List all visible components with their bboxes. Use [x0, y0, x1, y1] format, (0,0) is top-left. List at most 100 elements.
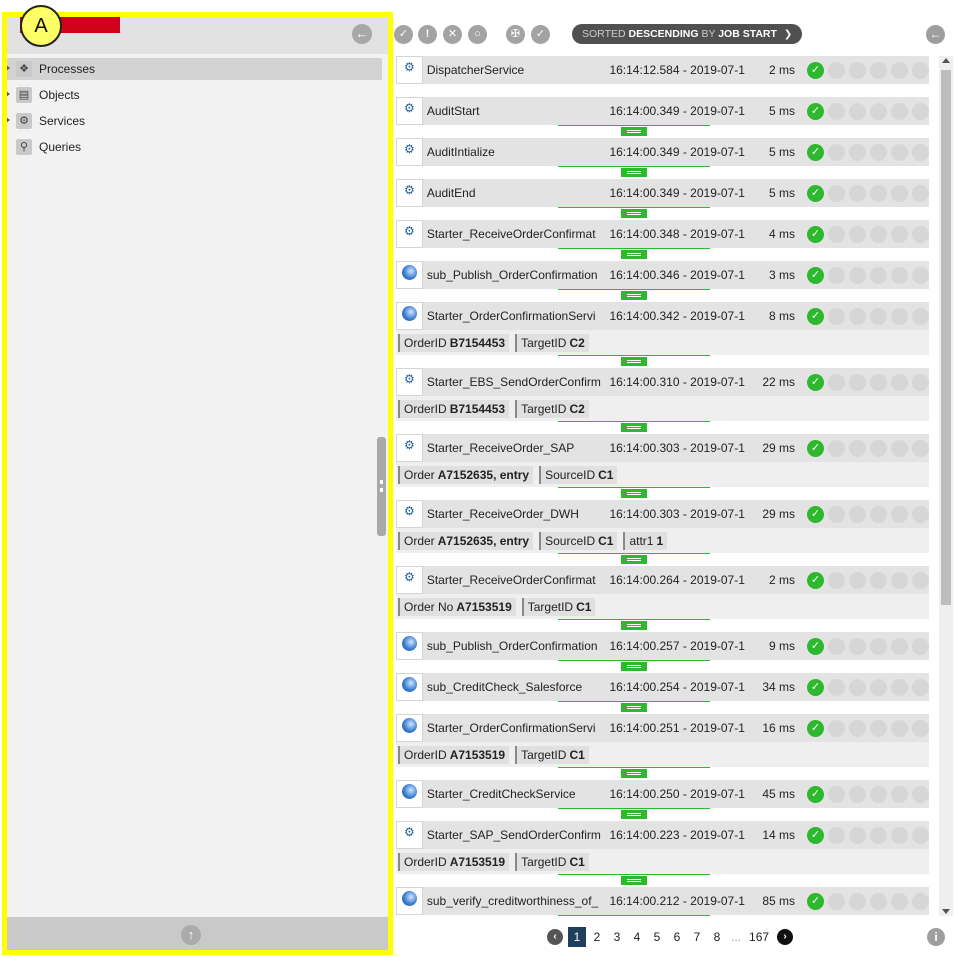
filter-success-button[interactable]: ✓: [394, 25, 413, 44]
navigation-panel-footer: ↑: [6, 917, 388, 953]
filter-error-button[interactable]: ✕: [443, 25, 462, 44]
table-row[interactable]: ⚙ Starter_ReceiveOrderConfirmat 16:14:00.3…: [396, 220, 929, 248]
sidebar-item-processes[interactable]: ❖ Processes: [6, 58, 382, 80]
error-status-icon: [849, 571, 866, 589]
table-row[interactable]: sub_Publish_OrderConfirmation 16:14:00.25…: [396, 632, 929, 660]
table-row[interactable]: ⚙ Starter_ReceiveOrderConfirmat 16:14:00.2…: [396, 566, 929, 594]
table-row[interactable]: ⚙ Starter_ReceiveOrder_SAP 16:14:00.303 - …: [396, 434, 929, 462]
expand-connector-icon[interactable]: [621, 489, 647, 498]
property-key: TargetID: [527, 599, 574, 614]
filter-warning-button[interactable]: !: [418, 25, 437, 44]
collapse-panel-button[interactable]: ←: [352, 24, 372, 44]
expand-caret-icon[interactable]: [6, 117, 10, 123]
sidebar-item-services[interactable]: ⚙ Services: [6, 110, 382, 132]
table-row[interactable]: sub_verify_creditworthiness_of_ 16:14:00.…: [396, 887, 929, 915]
running-status-icon: [870, 373, 887, 391]
expand-connector-icon[interactable]: [621, 357, 647, 366]
table-row[interactable]: sub_CreditCheck_Salesforce 16:14:00.254 -…: [396, 673, 929, 701]
process-job-icon: [396, 673, 423, 701]
job-list-scrollbar[interactable]: [939, 56, 953, 916]
sidebar-item-label: Services: [39, 114, 86, 128]
table-row[interactable]: sub_Publish_OrderConfirmation 16:14:00.34…: [396, 261, 929, 289]
property-key: Order: [404, 467, 435, 482]
process-job-icon: [396, 632, 423, 660]
table-row[interactable]: ⚙ AuditIntialize 16:14:00.349 - 2019-07-15…: [396, 138, 929, 166]
expand-caret-icon[interactable]: [6, 91, 10, 97]
job-name: AuditStart: [426, 104, 480, 118]
expand-connector-icon[interactable]: [621, 555, 647, 564]
property-tag: attr1 1: [623, 531, 668, 550]
page-number-button[interactable]: 2: [588, 927, 606, 947]
close-icon: ✕: [447, 28, 458, 40]
confirm-button[interactable]: ✓: [531, 25, 550, 44]
connector-line: [558, 767, 710, 768]
table-row[interactable]: Starter_CreditCheckService 16:14:00.250 -…: [396, 780, 929, 808]
expand-connector-icon[interactable]: [621, 168, 647, 177]
error-status-icon: [849, 61, 866, 79]
table-row[interactable]: ⚙ Starter_EBS_SendOrderConfirm 16:14:00.31…: [396, 368, 929, 396]
job-entry: ⚙ AuditIntialize 16:14:00.349 - 2019-07-15…: [396, 138, 929, 179]
scroll-up-arrow-icon[interactable]: [942, 58, 950, 63]
job-status-indicators: ✓: [807, 184, 929, 202]
job-start-time: 16:14:00.254 - 2019-07-15: [609, 680, 746, 694]
scrollbar-thumb[interactable]: [941, 70, 951, 605]
sidebar-item-label: Processes: [39, 62, 96, 76]
page-number-button[interactable]: 8: [708, 927, 726, 947]
panel-splitter-handle[interactable]: [377, 437, 386, 536]
last-page-button[interactable]: 167: [746, 927, 772, 947]
connector-line: [558, 808, 710, 809]
filter-running-button[interactable]: ○: [468, 25, 487, 44]
job-connector: [396, 289, 929, 302]
pin-button[interactable]: ✠: [506, 25, 525, 44]
expand-connector-icon[interactable]: [621, 423, 647, 432]
expand-caret-icon[interactable]: [6, 65, 10, 71]
table-row[interactable]: ⚙ AuditEnd 16:14:00.349 - 2019-07-15 5 ms ✓: [396, 179, 929, 207]
next-page-button[interactable]: ›: [777, 929, 794, 945]
property-tag: TargetID C1: [521, 597, 596, 616]
expand-connector-icon[interactable]: [621, 876, 647, 885]
expand-connector-icon[interactable]: [621, 769, 647, 778]
job-connector: [396, 421, 929, 434]
pin-status-icon: [891, 266, 908, 284]
table-row[interactable]: ⚙ Starter_SAP_SendOrderConfirm 16:14:00.22…: [396, 821, 929, 849]
scroll-down-arrow-icon[interactable]: [942, 909, 950, 914]
expand-connector-icon[interactable]: [621, 621, 647, 630]
sidebar-item-objects[interactable]: ▤ Objects: [6, 84, 382, 106]
table-row[interactable]: ⚙ DispatcherService 16:14:12.584 - 2019-07…: [396, 56, 929, 84]
expand-connector-icon[interactable]: [621, 703, 647, 712]
property-key: TargetID: [521, 401, 567, 416]
sort-prefix-text: SORTED: [582, 28, 626, 40]
job-properties: Order A7152635, entry SourceID C1 attr1 1: [396, 528, 929, 553]
expand-connector-icon[interactable]: [621, 209, 647, 218]
expand-connector-icon[interactable]: [621, 250, 647, 259]
table-row[interactable]: Starter_OrderConfirmationServi 16:14:00.2…: [396, 714, 929, 742]
expand-connector-icon[interactable]: [621, 810, 647, 819]
job-connector: [396, 660, 929, 673]
scroll-to-top-button[interactable]: ↑: [181, 925, 201, 945]
previous-page-button[interactable]: ‹: [547, 929, 563, 945]
table-row[interactable]: Starter_OrderConfirmationServi 16:14:00.3…: [396, 302, 929, 330]
page-number-button[interactable]: 4: [628, 927, 646, 947]
warning-status-icon: [828, 266, 845, 284]
annotation-label: A: [20, 5, 62, 47]
page-number-button[interactable]: 3: [608, 927, 626, 947]
info-button[interactable]: i: [927, 928, 945, 946]
job-name: Starter_ReceiveOrder_SAP: [426, 441, 575, 455]
job-entry: ⚙ DispatcherService 16:14:12.584 - 2019-07…: [396, 56, 929, 97]
property-tag: TargetID C2: [515, 399, 589, 418]
expand-connector-icon[interactable]: [621, 291, 647, 300]
job-duration: 34 ms: [762, 680, 795, 694]
page-number-button[interactable]: 1: [568, 927, 586, 947]
expand-connector-icon[interactable]: [621, 127, 647, 136]
back-button[interactable]: ←: [926, 25, 945, 44]
running-status-icon: [870, 439, 887, 457]
page-number-button[interactable]: 5: [648, 927, 666, 947]
table-row[interactable]: ⚙ AuditStart 16:14:00.349 - 2019-07-15 5 ms…: [396, 97, 929, 125]
expand-connector-icon[interactable]: [621, 662, 647, 671]
sort-dropdown[interactable]: SORTED DESCENDING BY JOB START ❯: [572, 24, 803, 44]
table-row[interactable]: ⚙ Starter_ReceiveOrder_DWH 16:14:00.303 - …: [396, 500, 929, 528]
page-number-button[interactable]: 7: [688, 927, 706, 947]
page-number-button[interactable]: 6: [668, 927, 686, 947]
job-properties: OrderID B7154453 TargetID C2: [396, 396, 929, 421]
sidebar-item-queries[interactable]: ⚲ Queries: [6, 136, 382, 158]
